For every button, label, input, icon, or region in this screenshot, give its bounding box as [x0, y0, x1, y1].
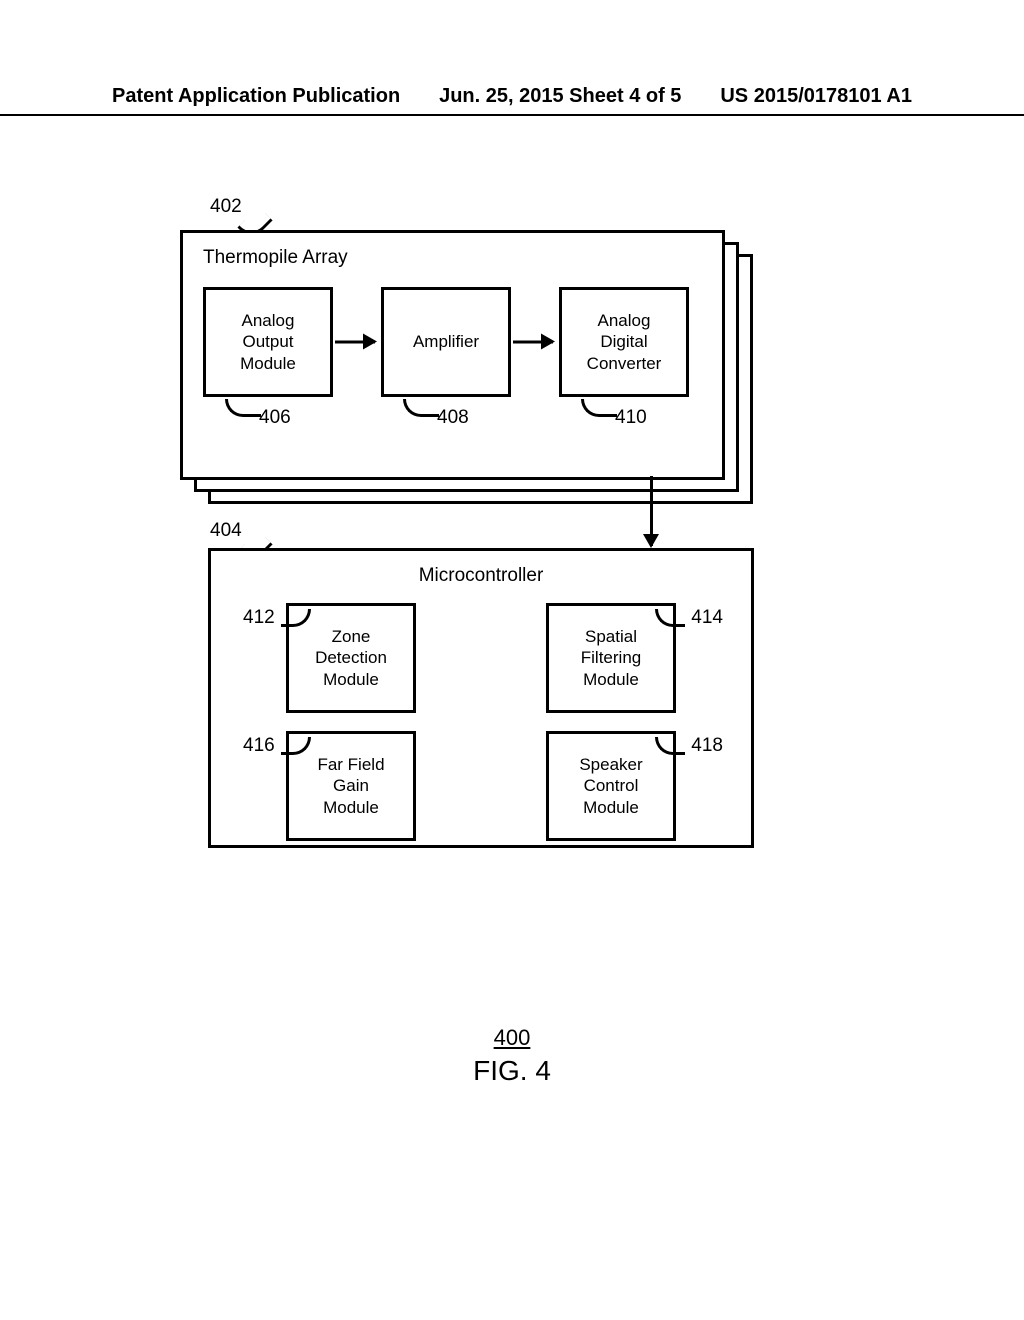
ref-416: 416 [243, 735, 275, 757]
analog-output-label: AnalogOutputModule [240, 310, 296, 374]
amplifier-label: Amplifier [413, 331, 479, 352]
thermopile-array-box: Thermopile Array AnalogOutputModule Ampl… [180, 230, 725, 480]
figure-number: 400 [0, 1025, 1024, 1051]
spatial-filtering-box: SpatialFilteringModule [546, 603, 676, 713]
amplifier-box: Amplifier [381, 287, 511, 397]
far-field-gain-label: Far FieldGainModule [317, 754, 384, 818]
speaker-control-box: SpeakerControlModule [546, 731, 676, 841]
thermopile-title: Thermopile Array [203, 247, 702, 269]
speaker-control-label: SpeakerControlModule [579, 754, 642, 818]
ref-404: 404 [210, 520, 242, 542]
arrow-analogout-to-amplifier [335, 341, 375, 344]
figure-diagram: 402 Thermopile Array AnalogOutputModule … [180, 200, 760, 520]
header-publication: Patent Application Publication [112, 85, 400, 108]
arrow-thermopile-to-microcontroller [650, 476, 653, 546]
adc-label: AnalogDigitalConverter [587, 310, 662, 374]
ref-412: 412 [243, 607, 275, 629]
ref-418: 418 [691, 735, 723, 757]
microcontroller-title: Microcontroller [211, 565, 751, 587]
ref-408: 408 [437, 407, 469, 429]
header-sheet-info: Jun. 25, 2015 Sheet 4 of 5 [439, 85, 681, 108]
ref-414: 414 [691, 607, 723, 629]
spatial-filtering-label: SpatialFilteringModule [581, 626, 641, 690]
ref-402: 402 [210, 196, 242, 218]
microcontroller-grid: ZoneDetectionModule SpatialFilteringModu… [211, 603, 751, 841]
page-header: Patent Application Publication Jun. 25, … [0, 85, 1024, 116]
thermopile-array-stack: Thermopile Array AnalogOutputModule Ampl… [180, 230, 760, 520]
ref-406-leader [225, 399, 261, 417]
thermopile-row: AnalogOutputModule Amplifier AnalogDigit… [203, 287, 702, 397]
analog-output-module-box: AnalogOutputModule [203, 287, 333, 397]
arrow-amplifier-to-adc [513, 341, 553, 344]
ref-410-leader [581, 399, 617, 417]
adc-box: AnalogDigitalConverter [559, 287, 689, 397]
header-pub-number: US 2015/0178101 A1 [720, 85, 912, 108]
zone-detection-label: ZoneDetectionModule [315, 626, 387, 690]
figure-label: FIG. 4 [0, 1055, 1024, 1087]
ref-406: 406 [259, 407, 291, 429]
ref-408-leader [403, 399, 439, 417]
ref-410: 410 [615, 407, 647, 429]
microcontroller-box: Microcontroller ZoneDetectionModule Spat… [208, 548, 754, 848]
